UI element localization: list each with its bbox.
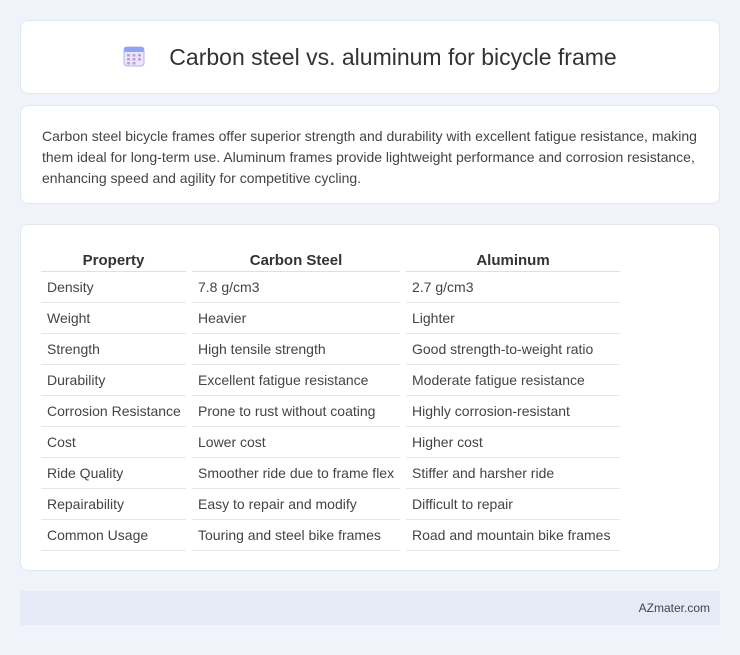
column-header-aluminum: Aluminum — [406, 248, 620, 272]
table-header-row: Property Carbon Steel Aluminum — [41, 248, 620, 272]
table-cell-aluminum: Highly corrosion-resistant — [406, 396, 620, 427]
table-row: Repairability Easy to repair and modify … — [41, 489, 620, 520]
table-row: Ride Quality Smoother ride due to frame … — [41, 458, 620, 489]
table-row: Cost Lower cost Higher cost — [41, 427, 620, 458]
intro-text: Carbon steel bicycle frames offer superi… — [42, 128, 697, 186]
footer-brand-link[interactable]: AZmater.com — [639, 601, 710, 615]
table-cell-carbon-steel: Touring and steel bike frames — [192, 520, 400, 551]
table-cell-aluminum: Good strength-to-weight ratio — [406, 334, 620, 365]
table-cell-aluminum: Higher cost — [406, 427, 620, 458]
footer: AZmater.com — [20, 591, 720, 625]
table-cell-property: Cost — [41, 427, 186, 458]
comparison-table: Property Carbon Steel Aluminum Density 7… — [35, 248, 626, 551]
table-cell-property: Repairability — [41, 489, 186, 520]
table-cell-aluminum: Stiffer and harsher ride — [406, 458, 620, 489]
table-cell-aluminum: Lighter — [406, 303, 620, 334]
table-cell-aluminum: Moderate fatigue resistance — [406, 365, 620, 396]
table-row: Corrosion Resistance Prone to rust witho… — [41, 396, 620, 427]
table-cell-property: Corrosion Resistance — [41, 396, 186, 427]
table-cell-carbon-steel: High tensile strength — [192, 334, 400, 365]
table-cell-carbon-steel: Easy to repair and modify — [192, 489, 400, 520]
table-row: Durability Excellent fatigue resistance … — [41, 365, 620, 396]
table-cell-carbon-steel: Lower cost — [192, 427, 400, 458]
table-cell-aluminum: Difficult to repair — [406, 489, 620, 520]
table-cell-carbon-steel: 7.8 g/cm3 — [192, 272, 400, 303]
table-cell-property: Density — [41, 272, 186, 303]
table-row: Weight Heavier Lighter — [41, 303, 620, 334]
column-header-carbon-steel: Carbon Steel — [192, 248, 400, 272]
table-cell-carbon-steel: Excellent fatigue resistance — [192, 365, 400, 396]
table-row: Strength High tensile strength Good stre… — [41, 334, 620, 365]
table-row: Density 7.8 g/cm3 2.7 g/cm3 — [41, 272, 620, 303]
comparison-table-card: Property Carbon Steel Aluminum Density 7… — [20, 224, 720, 571]
table-cell-aluminum: 2.7 g/cm3 — [406, 272, 620, 303]
table-cell-property: Weight — [41, 303, 186, 334]
intro-card: Carbon steel bicycle frames offer superi… — [20, 105, 720, 204]
column-header-property: Property — [41, 248, 186, 272]
table-cell-carbon-steel: Heavier — [192, 303, 400, 334]
table-cell-property: Common Usage — [41, 520, 186, 551]
table-cell-property: Ride Quality — [41, 458, 186, 489]
calendar-icon — [123, 46, 145, 67]
table-cell-property: Strength — [41, 334, 186, 365]
table-row: Common Usage Touring and steel bike fram… — [41, 520, 620, 551]
page-title: Carbon steel vs. aluminum for bicycle fr… — [169, 43, 617, 70]
table-cell-property: Durability — [41, 365, 186, 396]
table-cell-carbon-steel: Prone to rust without coating — [192, 396, 400, 427]
table-cell-aluminum: Road and mountain bike frames — [406, 520, 620, 551]
title-card: Carbon steel vs. aluminum for bicycle fr… — [20, 20, 720, 94]
table-cell-carbon-steel: Smoother ride due to frame flex — [192, 458, 400, 489]
